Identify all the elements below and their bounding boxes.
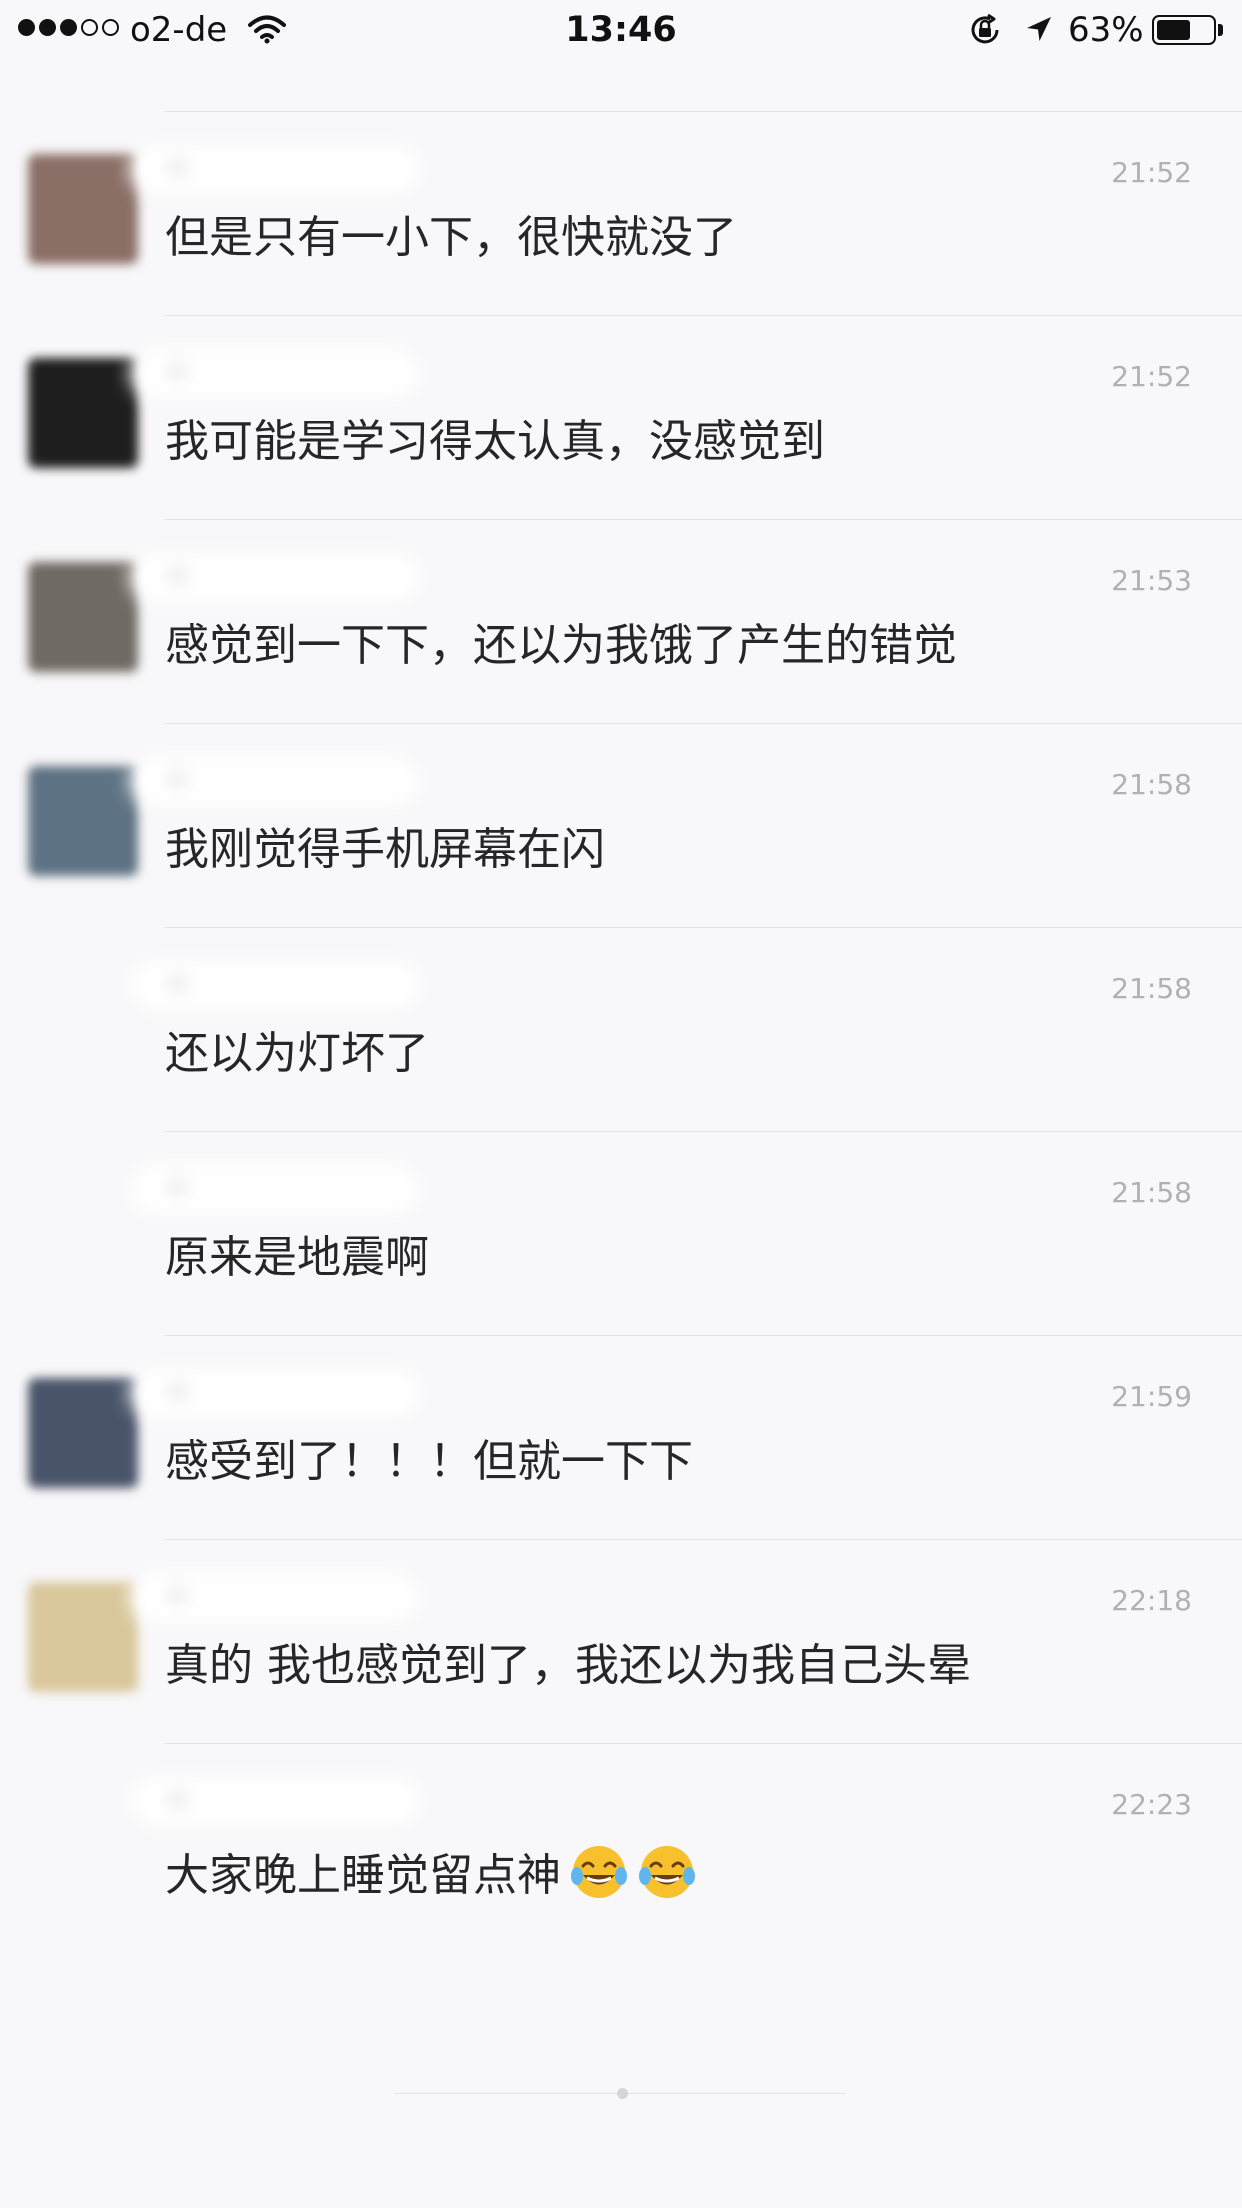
message-text-content: 我刚觉得手机屏幕在闪 bbox=[165, 824, 605, 875]
redaction-mark bbox=[170, 980, 186, 986]
clock: 13:46 bbox=[565, 10, 677, 50]
battery-percentage: 63% bbox=[1068, 10, 1144, 50]
message-text: 我刚觉得手机屏幕在闪 bbox=[165, 822, 605, 878]
sender-name-redacted bbox=[130, 756, 420, 806]
message-timestamp: 21:52 bbox=[1111, 360, 1192, 393]
message-row[interactable]: 21:58 原来是地震啊 bbox=[0, 1132, 1242, 1336]
message-text: 真的 我也感觉到了，我还以为我自己头晕 bbox=[165, 1638, 971, 1694]
message-text: 原来是地震啊 bbox=[165, 1230, 429, 1286]
sender-name-redacted bbox=[130, 144, 420, 194]
avatar[interactable] bbox=[28, 1582, 138, 1692]
message-text: 大家晚上睡觉留点神 bbox=[165, 1842, 697, 1904]
message-text-content: 真的 我也感觉到了，我还以为我自己头晕 bbox=[165, 1640, 971, 1691]
rotation-lock-icon bbox=[971, 13, 999, 44]
sender-name-redacted bbox=[130, 1368, 420, 1418]
sender-name-redacted bbox=[130, 1776, 420, 1826]
face-with-tears-of-joy-icon bbox=[639, 1846, 695, 1898]
redaction-mark bbox=[170, 1184, 186, 1190]
sender-name-redacted bbox=[130, 960, 420, 1010]
redaction-mark bbox=[170, 1592, 186, 1598]
redaction-mark bbox=[170, 776, 186, 782]
message-text-content: 感觉到一下下，还以为我饿了产生的错觉 bbox=[165, 620, 957, 671]
avatar[interactable] bbox=[28, 154, 138, 264]
redaction-mark bbox=[170, 1388, 186, 1394]
message-timestamp: 21:53 bbox=[1111, 564, 1192, 597]
message-timestamp: 21:58 bbox=[1111, 1176, 1192, 1209]
redaction-mark bbox=[170, 368, 186, 374]
message-row[interactable]: 21:52 但是只有一小下，很快就没了 bbox=[0, 112, 1242, 316]
message-text-content: 还以为灯坏了 bbox=[165, 1028, 429, 1079]
redaction-mark bbox=[170, 1796, 186, 1802]
message-timestamp: 22:23 bbox=[1111, 1788, 1192, 1821]
message-timestamp: 22:18 bbox=[1111, 1584, 1192, 1617]
battery-level bbox=[1157, 20, 1190, 40]
sender-name-redacted bbox=[130, 1572, 420, 1622]
redaction-mark bbox=[170, 572, 186, 578]
message-row[interactable]: 21:58 我刚觉得手机屏幕在闪 bbox=[0, 724, 1242, 928]
avatar[interactable] bbox=[28, 562, 138, 672]
message-row[interactable]: 21:58 还以为灯坏了 bbox=[0, 928, 1242, 1132]
message-text-content: 我可能是学习得太认真，没感觉到 bbox=[165, 416, 825, 467]
message-text-content: 大家晚上睡觉留点神 bbox=[165, 1850, 561, 1901]
avatar[interactable] bbox=[28, 766, 138, 876]
sender-name-redacted bbox=[130, 348, 420, 398]
message-text-content: 感受到了！！！但就一下下 bbox=[165, 1436, 693, 1487]
avatar[interactable] bbox=[28, 358, 138, 468]
message-row[interactable]: 21:53 感觉到一下下，还以为我饿了产生的错觉 bbox=[0, 520, 1242, 724]
message-timestamp: 21:58 bbox=[1111, 768, 1192, 801]
message-text: 还以为灯坏了 bbox=[165, 1026, 429, 1082]
message-text: 感觉到一下下，还以为我饿了产生的错觉 bbox=[165, 618, 957, 674]
message-text: 但是只有一小下，很快就没了 bbox=[165, 210, 737, 266]
message-row[interactable]: 22:23 大家晚上睡觉留点神 bbox=[0, 1744, 1242, 1948]
redaction-mark bbox=[170, 164, 186, 170]
battery-terminal bbox=[1218, 24, 1223, 36]
message-text: 我可能是学习得太认真，没感觉到 bbox=[165, 414, 825, 470]
message-row[interactable]: 21:59 感受到了！！！但就一下下 bbox=[0, 1336, 1242, 1540]
message-timestamp: 21:59 bbox=[1111, 1380, 1192, 1413]
message-text-content: 但是只有一小下，很快就没了 bbox=[165, 212, 737, 263]
status-bar: o2-de 13:46 63% bbox=[0, 0, 1242, 62]
message-timestamp: 21:52 bbox=[1111, 156, 1192, 189]
avatar[interactable] bbox=[28, 1378, 138, 1488]
face-with-tears-of-joy-icon bbox=[571, 1846, 627, 1898]
sender-name-redacted bbox=[130, 552, 420, 602]
message-text: 感受到了！！！但就一下下 bbox=[165, 1434, 693, 1490]
message-row[interactable]: 21:52 我可能是学习得太认真，没感觉到 bbox=[0, 316, 1242, 520]
message-text-content: 原来是地震啊 bbox=[165, 1232, 429, 1283]
message-timestamp: 21:58 bbox=[1111, 972, 1192, 1005]
message-row[interactable]: 22:18 真的 我也感觉到了，我还以为我自己头晕 bbox=[0, 1540, 1242, 1744]
loading-indicator bbox=[617, 2088, 628, 2099]
location-arrow-icon bbox=[1027, 17, 1051, 41]
sender-name-redacted bbox=[130, 1164, 420, 1214]
message-list[interactable]: 21:52 但是只有一小下，很快就没了 21:52 我可能是学习得太认真，没感觉到 21… bbox=[0, 111, 1242, 1948]
battery-icon bbox=[1152, 15, 1216, 45]
